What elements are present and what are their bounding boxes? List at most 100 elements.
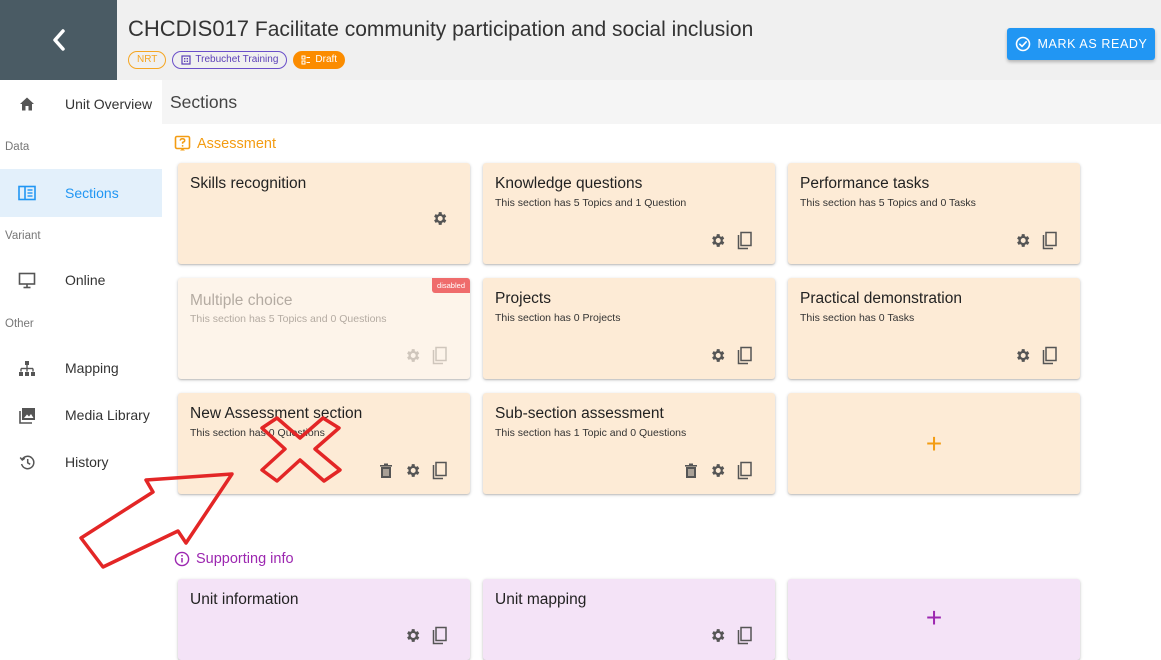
card-actions	[377, 461, 448, 480]
sidebar-item-media-library[interactable]: Media Library	[0, 391, 162, 439]
gear-icon[interactable]	[709, 627, 726, 644]
sections-icon	[16, 182, 38, 204]
sidebar-item-sections[interactable]: Sections	[0, 169, 162, 217]
card-title: Projects	[495, 290, 551, 307]
sidebar-item-label: Sections	[65, 185, 119, 201]
back-button[interactable]	[0, 0, 117, 80]
card-title: Performance tasks	[800, 175, 930, 192]
disabled-badge: disabled	[432, 278, 470, 293]
unit-title: Facilitate community participation and s…	[254, 18, 754, 41]
sidebar-group-other: Other	[5, 318, 34, 330]
sidebar-item-online[interactable]: Online	[0, 256, 162, 304]
copy-icon[interactable]	[736, 626, 753, 645]
section-card-unit-information[interactable]: Unit information	[178, 579, 470, 660]
section-card-projects[interactable]: Projects This section has 0 Projects	[483, 278, 775, 379]
history-icon	[16, 451, 38, 473]
gear-icon[interactable]	[709, 347, 726, 364]
chevron-left-icon	[52, 29, 65, 51]
section-card-skills-recognition[interactable]: Skills recognition	[178, 163, 470, 264]
monitor-icon	[16, 269, 38, 291]
card-title: Knowledge questions	[495, 175, 643, 192]
question-box-icon	[174, 135, 191, 151]
sidebar-item-history[interactable]: History	[0, 438, 162, 486]
section-card-new-assessment[interactable]: New Assessment section This section has …	[178, 393, 470, 494]
mark-as-ready-label: MARK AS READY	[1037, 37, 1148, 51]
page-title: CHCDIS017 Facilitate community participa…	[128, 16, 753, 43]
section-card-knowledge-questions[interactable]: Knowledge questions This section has 5 T…	[483, 163, 775, 264]
copy-icon[interactable]	[736, 231, 753, 250]
unit-chips: NRT Trebuchet Training Draft	[128, 51, 753, 69]
provider-chip[interactable]: Trebuchet Training	[172, 51, 288, 69]
card-actions	[709, 626, 753, 645]
card-subtitle: This section has 0 Projects	[495, 312, 621, 324]
nrt-chip-label: NRT	[137, 54, 158, 65]
assessment-heading-label: Assessment	[197, 135, 276, 152]
building-icon	[181, 55, 191, 65]
status-badge: Draft	[293, 51, 346, 69]
unit-code: CHCDIS017	[128, 16, 250, 41]
section-card-unit-mapping[interactable]: Unit mapping	[483, 579, 775, 660]
sidebar: Unit Overview Data Sections Variant Onli…	[0, 80, 162, 660]
sidebar-item-label: Online	[65, 272, 106, 288]
card-title: Unit information	[190, 591, 299, 608]
add-supporting-section-button[interactable]: +	[788, 579, 1080, 660]
section-card-performance-tasks[interactable]: Performance tasks This section has 5 Top…	[788, 163, 1080, 264]
gear-icon[interactable]	[1014, 347, 1031, 364]
sidebar-item-label: Unit Overview	[65, 96, 153, 112]
card-title: Practical demonstration	[800, 290, 962, 307]
section-card-multiple-choice[interactable]: disabled Multiple choice This section ha…	[178, 278, 470, 379]
section-card-sub-section-assessment[interactable]: Sub-section assessment This section has …	[483, 393, 775, 494]
copy-icon[interactable]	[431, 461, 448, 480]
card-subtitle: This section has 1 Topic and 0 Questions	[495, 427, 687, 439]
add-assessment-section-button[interactable]: +	[788, 393, 1080, 494]
gear-icon[interactable]	[404, 627, 421, 644]
sidebar-group-data: Data	[5, 141, 30, 153]
section-card-practical-demonstration[interactable]: Practical demonstration This section has…	[788, 278, 1080, 379]
gear-icon[interactable]	[1014, 232, 1031, 249]
gear-icon[interactable]	[709, 462, 726, 479]
nrt-chip: NRT	[128, 51, 167, 69]
card-actions	[709, 231, 753, 250]
trash-icon[interactable]	[377, 462, 394, 479]
copy-icon[interactable]	[736, 346, 753, 365]
copy-icon[interactable]	[431, 626, 448, 645]
gear-icon[interactable]	[709, 232, 726, 249]
sidebar-group-variant: Variant	[5, 230, 41, 242]
card-title: Sub-section assessment	[495, 405, 664, 422]
card-actions	[709, 346, 753, 365]
mark-as-ready-button[interactable]: MARK AS READY	[1007, 28, 1155, 60]
trash-icon[interactable]	[682, 462, 699, 479]
image-icon	[16, 404, 38, 426]
card-actions	[1014, 231, 1058, 250]
card-subtitle: This section has 5 Topics and 0 Tasks	[800, 197, 976, 209]
card-subtitle: This section has 0 Tasks	[800, 312, 915, 324]
card-title: New Assessment section	[190, 405, 363, 422]
draft-icon	[301, 55, 311, 65]
copy-icon[interactable]	[431, 346, 448, 365]
gear-icon[interactable]	[431, 210, 448, 227]
sidebar-item-mapping[interactable]: Mapping	[0, 344, 162, 392]
app-header: CHCDIS017 Facilitate community participa…	[0, 0, 1161, 80]
sidebar-item-label: Media Library	[65, 407, 150, 423]
sidebar-item-unit-overview[interactable]: Unit Overview	[0, 80, 162, 128]
copy-icon[interactable]	[1041, 346, 1058, 365]
supporting-info-heading-label: Supporting info	[196, 551, 294, 567]
gear-icon[interactable]	[404, 462, 421, 479]
supporting-info-heading: Supporting info	[174, 551, 294, 567]
card-title: Skills recognition	[190, 175, 307, 192]
assessment-heading: Assessment	[174, 135, 276, 152]
card-actions	[431, 210, 448, 227]
copy-icon[interactable]	[736, 461, 753, 480]
copy-icon[interactable]	[1041, 231, 1058, 250]
card-actions	[404, 626, 448, 645]
card-subtitle: This section has 5 Topics and 1 Question	[495, 197, 687, 209]
card-title: Unit mapping	[495, 591, 587, 608]
status-badge-label: Draft	[315, 54, 338, 65]
sidebar-item-label: History	[65, 454, 109, 470]
card-title: Multiple choice	[190, 292, 293, 309]
card-subtitle: This section has 0 Questions	[190, 427, 325, 439]
card-actions	[682, 461, 753, 480]
check-circle-icon	[1015, 36, 1030, 52]
gear-icon[interactable]	[404, 347, 421, 364]
card-actions	[404, 346, 448, 365]
